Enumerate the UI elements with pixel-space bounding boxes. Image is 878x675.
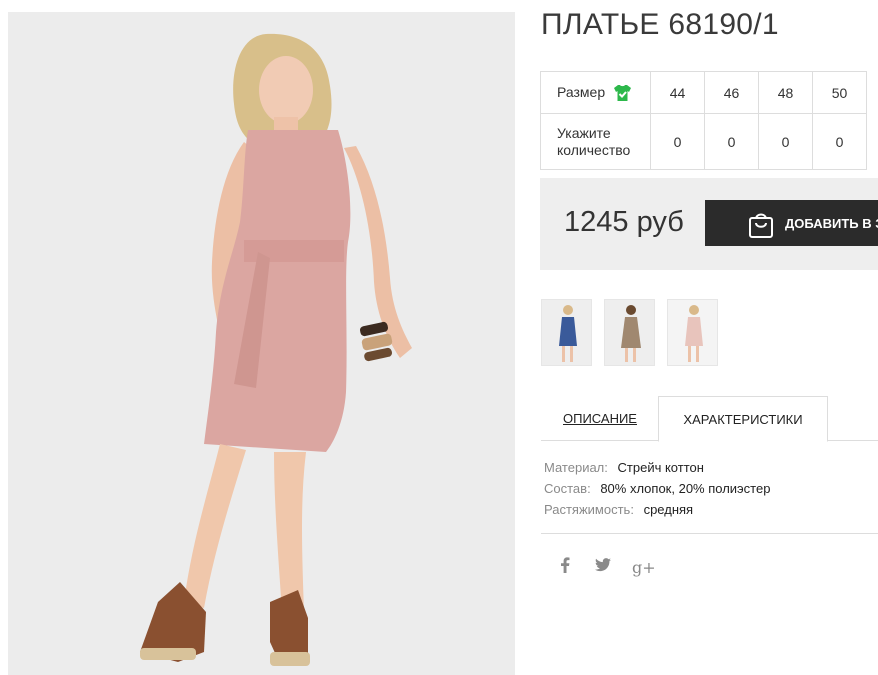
- tshirt-check-icon[interactable]: [613, 84, 632, 102]
- add-to-cart-button[interactable]: ДОБАВИТЬ В ЗАКАЗ: [705, 200, 878, 246]
- size-option-44[interactable]: 44: [650, 71, 705, 114]
- product-tabs: ОПИСАНИЕ ХАРАКТЕРИСТИКИ: [541, 396, 878, 442]
- quantity-input-48[interactable]: 0: [758, 113, 813, 170]
- beige-dress-thumbnail[interactable]: [604, 299, 655, 366]
- quantity-input-44[interactable]: 0: [650, 113, 705, 170]
- spec-key: Растяжимость:: [544, 502, 634, 517]
- spec-value: Стрейч коттон: [617, 460, 704, 475]
- product-photo[interactable]: [8, 12, 515, 675]
- quantity-input-50[interactable]: 0: [812, 113, 867, 170]
- shopping-bag-icon: [747, 209, 775, 239]
- spec-row-material: Материал: Стрейч коттон: [544, 457, 770, 478]
- divider: [541, 533, 878, 534]
- size-quantity-table: Размер 44 46 48 50 Укажите количество 0 …: [540, 71, 867, 170]
- tab-characteristics[interactable]: ХАРАКТЕРИСТИКИ: [658, 396, 828, 442]
- quantity-row: Укажите количество 0 0 0 0: [540, 113, 867, 170]
- pink-dress-thumbnail[interactable]: [667, 299, 718, 366]
- size-option-50[interactable]: 50: [812, 71, 867, 114]
- spec-list: Материал: Стрейч коттон Состав: 80% хлоп…: [544, 457, 770, 520]
- facebook-icon[interactable]: [556, 557, 574, 578]
- social-share: g+: [556, 557, 656, 578]
- googleplus-icon[interactable]: g+: [632, 558, 656, 577]
- spec-key: Состав:: [544, 481, 591, 496]
- spec-row-composition: Состав: 80% хлопок, 20% полиэстер: [544, 478, 770, 499]
- size-label-cell: Размер: [540, 71, 651, 114]
- size-option-46[interactable]: 46: [704, 71, 759, 114]
- spec-value: средняя: [643, 502, 694, 517]
- size-label: Размер: [557, 84, 606, 100]
- spec-key: Материал:: [544, 460, 608, 475]
- spec-value: 80% хлопок, 20% полиэстер: [600, 481, 771, 496]
- thumbnail-list: [541, 299, 718, 366]
- size-option-48[interactable]: 48: [758, 71, 813, 114]
- product-title: ПЛАТЬЕ 68190/1: [541, 8, 779, 41]
- add-to-cart-label: ДОБАВИТЬ В ЗАКАЗ: [785, 215, 878, 231]
- size-row: Размер 44 46 48 50: [540, 71, 867, 114]
- quantity-label: Укажите количество: [540, 113, 651, 170]
- model-in-pink-dress-photo: [8, 12, 515, 675]
- buy-box: 1245 руб ДОБАВИТЬ В ЗАКАЗ: [540, 178, 878, 270]
- tab-description[interactable]: ОПИСАНИЕ: [541, 396, 659, 441]
- product-price: 1245 руб: [564, 206, 684, 238]
- spec-row-stretch: Растяжимость: средняя: [544, 499, 770, 520]
- twitter-icon[interactable]: [594, 558, 612, 577]
- quantity-input-46[interactable]: 0: [704, 113, 759, 170]
- blue-dress-thumbnail[interactable]: [541, 299, 592, 366]
